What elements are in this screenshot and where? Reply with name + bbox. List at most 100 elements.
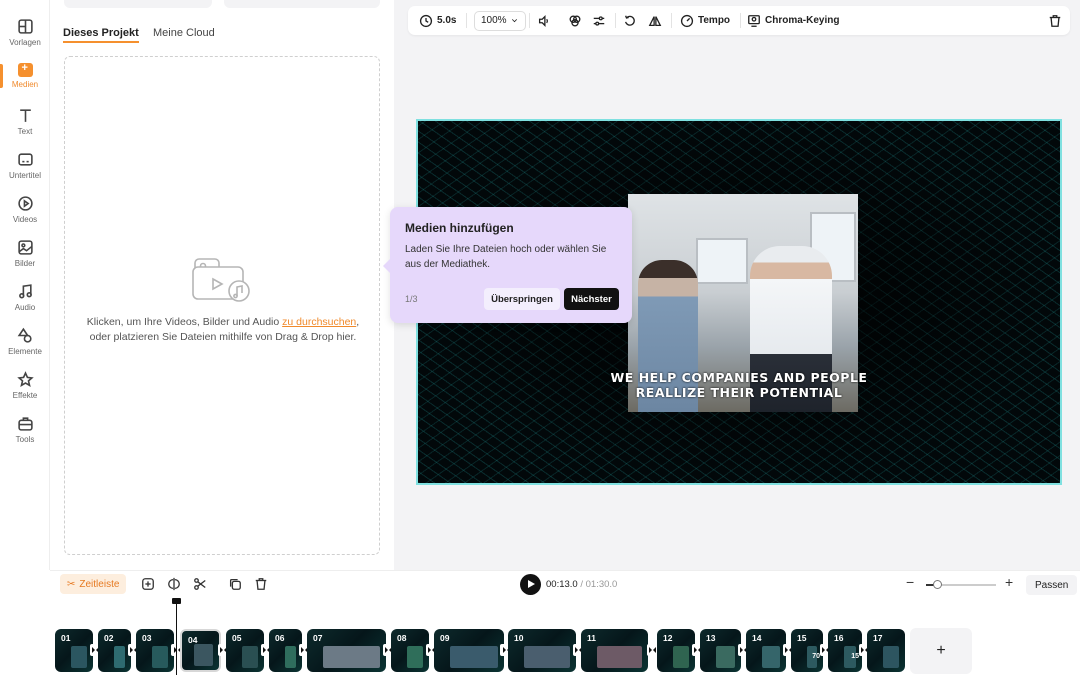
- clip-thumbnail: [407, 646, 423, 668]
- dropzone-text-part: Klicken, um Ihre Videos, Bilder und Audi…: [86, 316, 283, 328]
- panel-top-control[interactable]: [64, 0, 212, 8]
- effects-icon: [16, 371, 34, 387]
- rotate-icon: [624, 15, 635, 26]
- media-upload-icon: [192, 258, 250, 302]
- speaker-icon: [538, 14, 548, 27]
- tempo-button[interactable]: Tempo: [680, 6, 730, 35]
- fit-button[interactable]: Passen: [1026, 575, 1078, 595]
- clip-thumbnail: [450, 646, 498, 668]
- clip-number: 06: [275, 633, 285, 643]
- clip-number: 11: [587, 633, 596, 643]
- total-time: / 01:30.0: [580, 579, 618, 590]
- chroma-key-label: Chroma-Keying: [765, 15, 840, 26]
- scissors-icon: [194, 578, 206, 590]
- volume-button[interactable]: [537, 6, 551, 35]
- zoom-slider-knob[interactable]: [932, 580, 942, 589]
- sidebar-item-videos[interactable]: Videos: [0, 195, 50, 239]
- add-clip-button[interactable]: +: [910, 628, 972, 674]
- timeline-clip[interactable]: 11: [581, 629, 648, 672]
- timeline-clip[interactable]: 10: [508, 629, 576, 672]
- timeline-clip[interactable]: 17: [867, 629, 905, 672]
- sidebar-item-untertitel[interactable]: Untertitel: [0, 151, 50, 195]
- duplicate-button[interactable]: [228, 577, 242, 591]
- timeline-clip[interactable]: 14: [746, 629, 786, 672]
- sidebar-item-label: Medien: [11, 80, 39, 89]
- adjust-button[interactable]: [592, 6, 606, 35]
- clip-number: 15: [797, 633, 807, 643]
- dropzone-text: Klicken, um Ihre Videos, Bilder und Audi…: [85, 315, 361, 345]
- sidebar-item-tools[interactable]: Tools: [0, 415, 50, 459]
- clip-thumbnail: [524, 646, 570, 668]
- sidebar-item-label: Effekte: [12, 391, 38, 400]
- timeline-clip[interactable]: 06: [269, 629, 302, 672]
- onboarding-popover: Medien hinzufügen Laden Sie Ihre Dateien…: [383, 207, 632, 323]
- clip-number: 03: [142, 633, 152, 643]
- media-icon: [17, 62, 33, 77]
- timeline-delete-button[interactable]: [254, 577, 268, 591]
- clip-badge: 15: [851, 653, 859, 660]
- clip-number: 07: [313, 633, 323, 643]
- timeline-clip[interactable]: 01: [55, 629, 93, 672]
- sidebar-item-bilder[interactable]: Bilder: [0, 239, 50, 283]
- timeline-clip[interactable]: 12: [657, 629, 695, 672]
- duplicate-icon: [229, 578, 241, 590]
- timeline-clip[interactable]: 07: [307, 629, 386, 672]
- color-button[interactable]: [568, 6, 582, 35]
- clip-thumbnail: [673, 646, 689, 668]
- tab-dieses-projekt[interactable]: Dieses Projekt: [63, 27, 139, 43]
- timeline-clip[interactable]: 03: [136, 629, 174, 672]
- zoom-dropdown[interactable]: 100%: [474, 6, 526, 35]
- clip-number: 14: [752, 633, 762, 643]
- sidebar-item-elemente[interactable]: Elemente: [0, 327, 50, 371]
- add-scene-button[interactable]: [141, 577, 155, 591]
- timeline-clip[interactable]: 09: [434, 629, 504, 672]
- clip-thumbnail: [242, 646, 258, 668]
- zoom-in-button[interactable]: +: [1005, 574, 1013, 590]
- upload-dropzone[interactable]: Klicken, um Ihre Videos, Bilder und Audi…: [64, 56, 380, 555]
- sidebar-item-label: Tools: [15, 435, 35, 444]
- clip-number: 02: [104, 633, 114, 643]
- sidebar-item-vorlagen[interactable]: Vorlagen: [0, 18, 50, 62]
- chevron-down-icon: [511, 19, 517, 23]
- timeline-clip[interactable]: 15 70: [791, 629, 823, 672]
- sidebar-item-audio[interactable]: Audio: [0, 283, 50, 327]
- flip-button[interactable]: [648, 6, 662, 35]
- panel-top-control[interactable]: [224, 0, 380, 8]
- timeline-clip[interactable]: 16 15: [828, 629, 862, 672]
- clip-thumbnail: [285, 646, 296, 668]
- timeline-clip[interactable]: 05: [226, 629, 264, 672]
- playhead-line[interactable]: [176, 598, 177, 675]
- duration-button[interactable]: 5.0s: [419, 6, 456, 35]
- zoom-out-button[interactable]: −: [906, 574, 914, 590]
- images-icon: [17, 240, 33, 255]
- split-button[interactable]: [167, 577, 181, 591]
- playhead-handle[interactable]: [172, 598, 181, 604]
- delete-button[interactable]: [1048, 6, 1062, 35]
- timeline-track: + 01 02 03 04 05 06 07 08 09 10 11 12 13 14 15 70 16 15 17: [50, 598, 1080, 675]
- timeline-clip[interactable]: 13: [700, 629, 741, 672]
- timeline-clip[interactable]: 04: [180, 629, 221, 672]
- timeline-toggle[interactable]: ✂ Zeitleiste: [60, 574, 127, 594]
- play-button[interactable]: [520, 574, 541, 595]
- timeline-zoom-slider[interactable]: [926, 580, 996, 589]
- divider: [466, 13, 467, 28]
- clip-thumbnail: [114, 646, 125, 668]
- sidebar-item-label: Videos: [12, 215, 38, 224]
- cut-button[interactable]: [193, 577, 207, 591]
- popover-body: Laden Sie Ihre Dateien hoch oder wählen …: [405, 244, 607, 270]
- rotate-button[interactable]: [623, 6, 637, 35]
- clip-thumbnail: [152, 646, 168, 668]
- popover-title: Medien hinzufügen: [405, 221, 514, 235]
- sidebar-item-text[interactable]: Text: [0, 107, 50, 151]
- skip-button[interactable]: Überspringen: [484, 288, 560, 310]
- left-rail: Vorlagen Medien Text Untertitel Videos B…: [0, 0, 50, 570]
- next-button[interactable]: Nächster: [564, 288, 619, 310]
- browse-link[interactable]: zu durchsuchen: [282, 316, 356, 328]
- timeline-clip[interactable]: 08: [391, 629, 429, 672]
- chroma-key-button[interactable]: Chroma-Keying: [747, 6, 839, 35]
- sidebar-item-effekte[interactable]: Effekte: [0, 371, 50, 415]
- tab-meine-cloud[interactable]: Meine Cloud: [153, 27, 215, 39]
- sidebar-item-medien[interactable]: Medien: [0, 62, 50, 107]
- timeline-clip[interactable]: 02: [98, 629, 131, 672]
- sidebar-item-label: Vorlagen: [9, 38, 41, 47]
